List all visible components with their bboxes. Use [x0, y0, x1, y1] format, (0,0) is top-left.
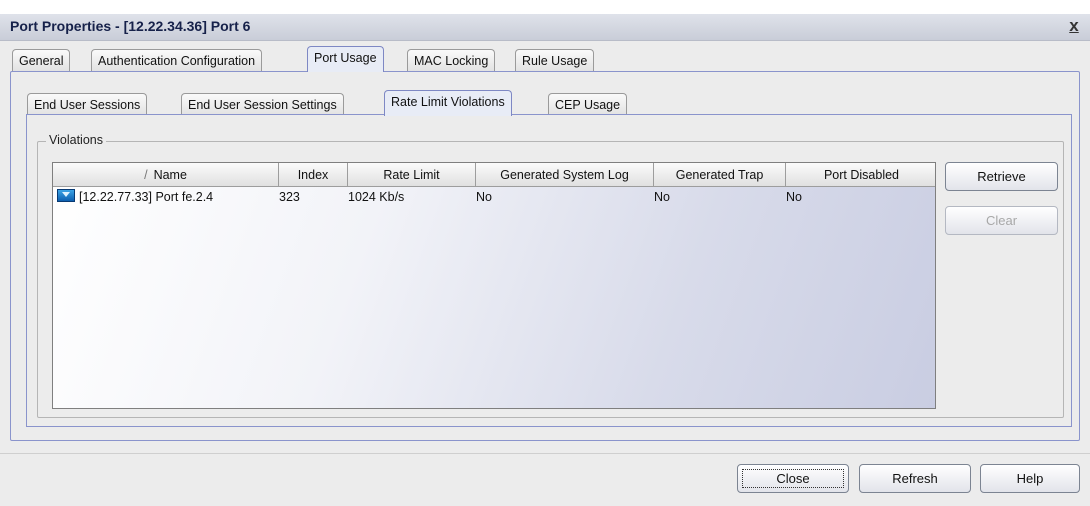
- port-properties-dialog: Port Properties - [12.22.34.36] Port 6 x…: [0, 0, 1090, 506]
- column-header-port-disabled[interactable]: Port Disabled: [786, 163, 935, 187]
- table-row[interactable]: [12.22.77.33] Port fe.2.4 323 1024 Kb/s …: [53, 187, 935, 207]
- sort-indicator-icon: /: [144, 168, 148, 182]
- tab-end-user-sessions[interactable]: End User Sessions: [27, 93, 148, 115]
- cell-port-disabled: No: [786, 190, 802, 204]
- window-close-icon[interactable]: x: [1064, 16, 1084, 36]
- tab-end-user-session-settings[interactable]: End User Session Settings: [181, 93, 344, 115]
- violations-group-label: Violations: [46, 133, 106, 147]
- help-button[interactable]: Help: [980, 464, 1080, 493]
- tab-mac-locking[interactable]: MAC Locking: [407, 49, 496, 71]
- close-button[interactable]: Close: [737, 464, 849, 493]
- column-header-generated-system-log[interactable]: Generated System Log: [476, 163, 654, 187]
- window-title: Port Properties - [12.22.34.36] Port 6: [10, 18, 251, 34]
- focus-ring: [742, 469, 844, 488]
- tab-rule-usage[interactable]: Rule Usage: [515, 49, 595, 71]
- column-header-index[interactable]: Index: [279, 163, 348, 187]
- cell-index: 323: [279, 190, 300, 204]
- violations-table[interactable]: / Name Index Rate Limit Generated System …: [52, 162, 936, 409]
- footer-separator: [0, 453, 1090, 454]
- table-header: / Name Index Rate Limit Generated System …: [53, 163, 935, 187]
- tab-authentication-configuration[interactable]: Authentication Configuration: [91, 49, 263, 71]
- cell-generated-system-log: No: [476, 190, 492, 204]
- clear-button[interactable]: Clear: [945, 206, 1058, 235]
- cell-rate-limit: 1024 Kb/s: [348, 190, 405, 204]
- port-icon: [57, 189, 75, 202]
- cell-name: [12.22.77.33] Port fe.2.4: [53, 187, 279, 207]
- column-header-rate-limit[interactable]: Rate Limit: [348, 163, 476, 187]
- tab-cep-usage[interactable]: CEP Usage: [548, 93, 628, 115]
- column-header-generated-trap[interactable]: Generated Trap: [654, 163, 786, 187]
- refresh-button[interactable]: Refresh: [859, 464, 971, 493]
- column-header-name[interactable]: / Name: [53, 163, 279, 187]
- tab-port-usage[interactable]: Port Usage: [307, 46, 384, 72]
- cell-generated-trap: No: [654, 190, 670, 204]
- tab-general[interactable]: General: [12, 49, 71, 71]
- tab-rate-limit-violations[interactable]: Rate Limit Violations: [384, 90, 512, 116]
- retrieve-button[interactable]: Retrieve: [945, 162, 1058, 191]
- title-bar: Port Properties - [12.22.34.36] Port 6 x: [0, 14, 1090, 41]
